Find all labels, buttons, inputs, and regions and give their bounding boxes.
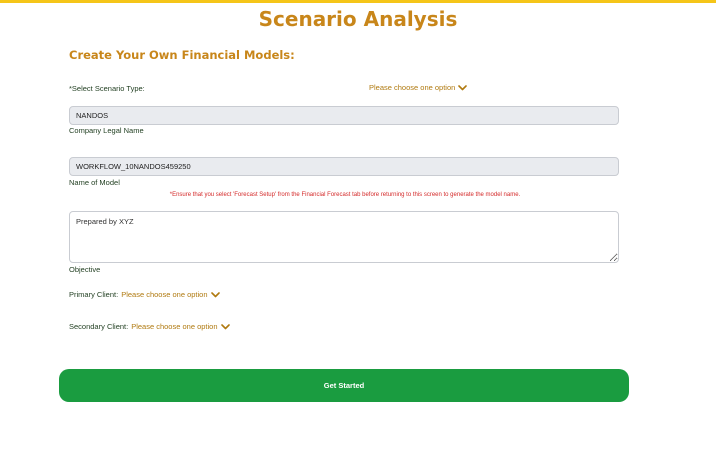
primary-client-dropdown[interactable]: Please choose one option [121, 290, 220, 299]
chevron-down-icon [220, 323, 230, 330]
chevron-down-icon [210, 291, 220, 298]
model-name-input[interactable] [69, 157, 619, 176]
section-title: Create Your Own Financial Models: [69, 48, 295, 62]
model-name-label: Name of Model [69, 178, 120, 187]
objective-textarea[interactable]: Prepared by XYZ [69, 211, 619, 263]
scenario-type-dropdown[interactable]: Please choose one option [369, 83, 468, 92]
top-accent-bar [0, 0, 716, 3]
get-started-button[interactable]: Get Started [59, 369, 629, 402]
secondary-client-dropdown-text: Please choose one option [131, 322, 218, 331]
primary-client-dropdown-text: Please choose one option [121, 290, 208, 299]
scenario-type-dropdown-text: Please choose one option [369, 83, 456, 92]
primary-client-row: Primary Client: Please choose one option [69, 290, 220, 299]
secondary-client-dropdown[interactable]: Please choose one option [131, 322, 230, 331]
page-title: Scenario Analysis [258, 7, 458, 31]
scenario-type-label: *Select Scenario Type: [69, 84, 145, 93]
secondary-client-row: Secondary Client: Please choose one opti… [69, 322, 230, 331]
company-name-label: Company Legal Name [69, 126, 144, 135]
primary-client-label: Primary Client: [69, 290, 119, 299]
secondary-client-label: Secondary Client: [69, 322, 129, 331]
forecast-setup-warning: *Ensure that you select 'Forecast Setup'… [169, 192, 521, 198]
objective-label: Objective [69, 265, 101, 274]
chevron-down-icon [458, 84, 468, 91]
company-name-input[interactable] [69, 106, 619, 125]
